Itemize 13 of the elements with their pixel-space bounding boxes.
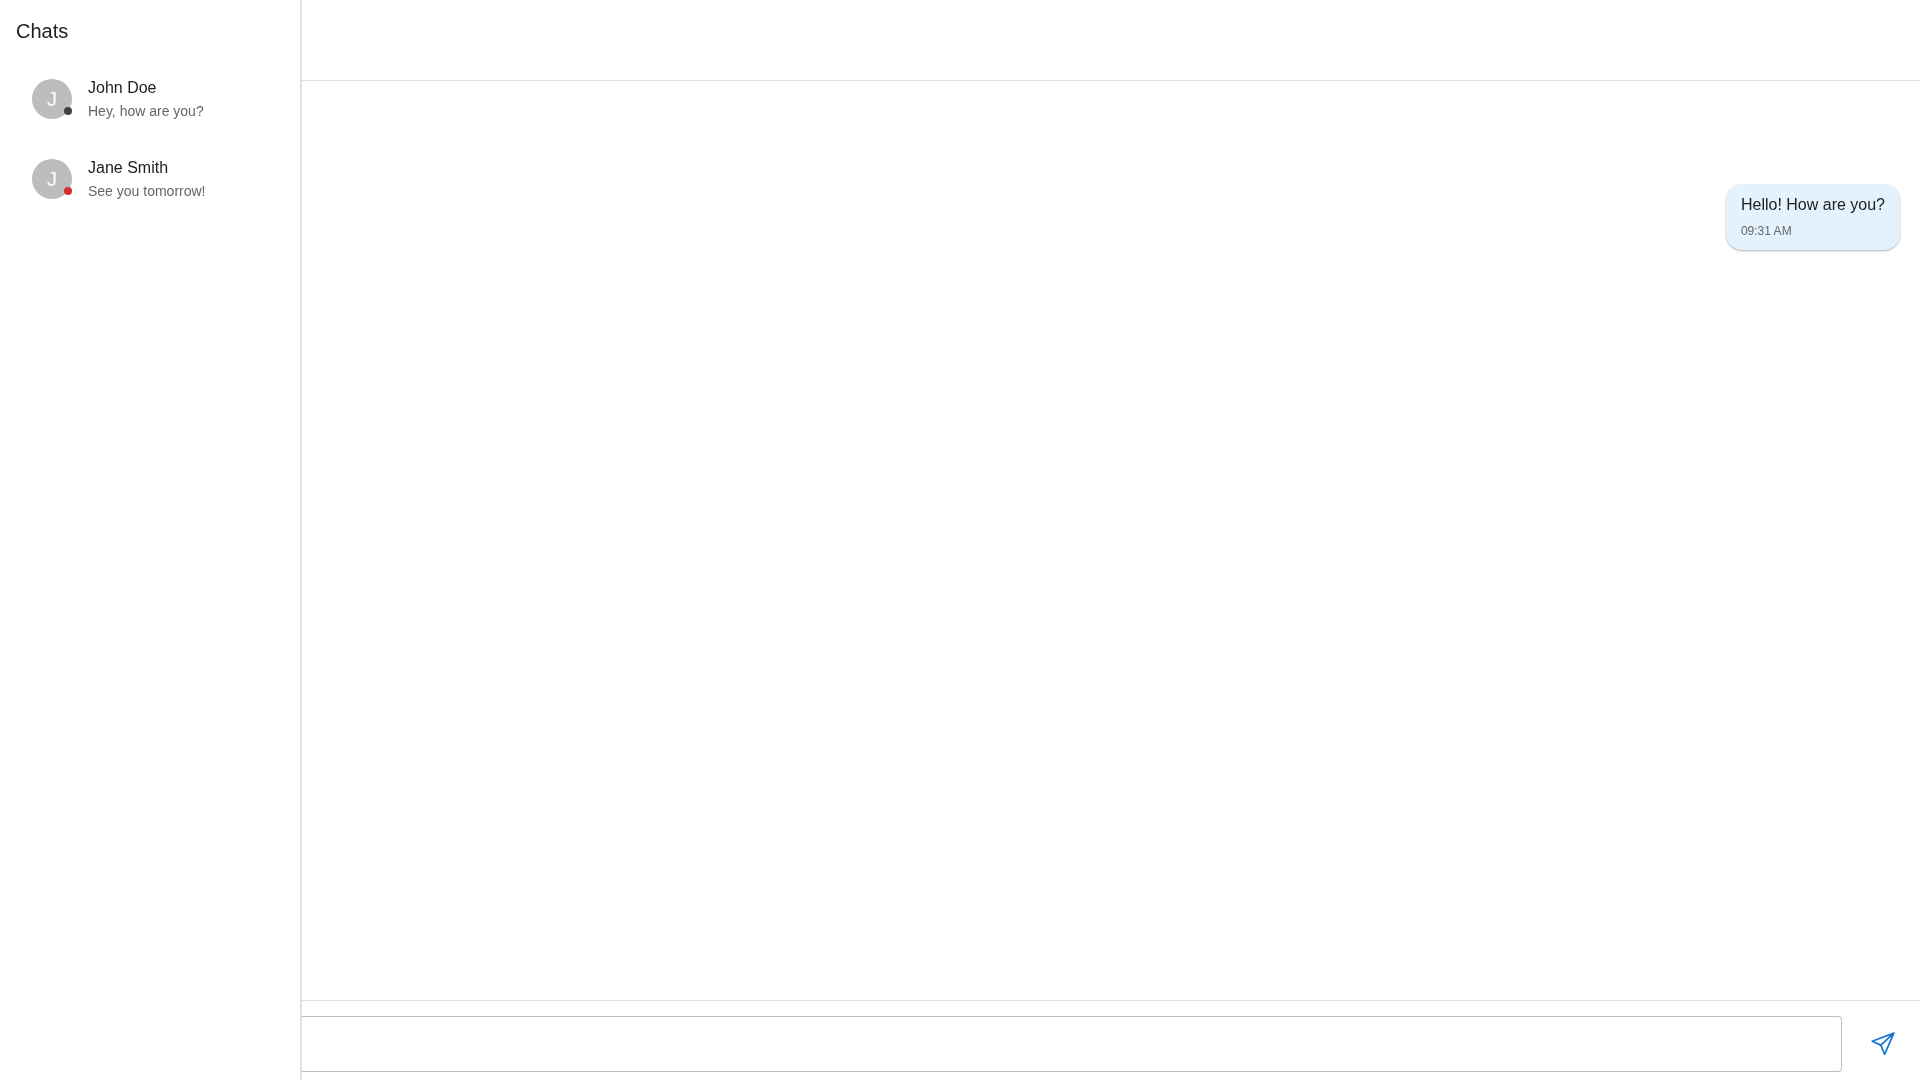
message-text: Hello! How are you? [1740, 196, 1885, 214]
send-icon [1870, 1031, 1896, 1057]
sidebar-title: Chats [15, 19, 70, 44]
chat-list-item[interactable]: J John Doe Hey, how are you? [0, 59, 300, 139]
avatar: J [32, 79, 72, 119]
avatar: J [32, 159, 72, 199]
chat-list-item[interactable]: J Jane Smith See you tomorrow! [0, 139, 300, 219]
message-time: 09:31 AM [1740, 224, 1793, 238]
message-input-field[interactable] [302, 1016, 1842, 1072]
contact-name: John Doe [88, 79, 158, 97]
message-preview: See you tomorrow! [88, 183, 206, 199]
message-preview: Hey, how are you? [88, 103, 204, 119]
contact-name: Jane Smith [88, 159, 170, 177]
